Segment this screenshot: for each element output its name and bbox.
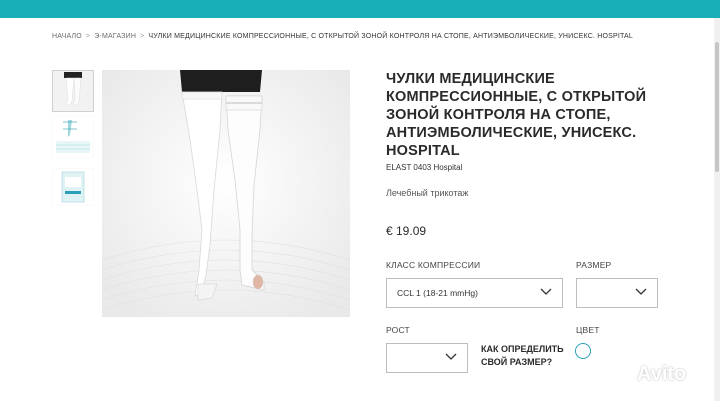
breadcrumb-shop-link[interactable]: Э-МАГАЗИН [94,33,136,40]
product-category: Лечебный трикотаж [386,188,469,198]
scrollbar-track[interactable] [714,18,720,401]
scrollbar-thumb[interactable] [715,42,719,172]
stocking-photo [102,70,350,317]
breadcrumb-separator: > [85,33,91,40]
compression-class-select[interactable]: CCL 1 (18-21 mmHg) [386,278,563,308]
main-product-image[interactable] [102,70,350,317]
color-label: ЦВЕТ [576,325,600,335]
chevron-down-icon [635,288,647,295]
avito-logo-icon [614,368,634,387]
size-select[interactable] [576,278,658,308]
package-thumbnail-image [53,169,93,205]
avito-watermark: Avito [612,363,707,391]
height-label: РОСТ [386,325,410,335]
size-chart-thumbnail-image [53,117,93,157]
product-price: € 19.09 [386,224,427,238]
chevron-down-icon [540,288,552,295]
breadcrumb-home-link[interactable]: НАЧАЛО [52,33,82,40]
top-header-bar [0,0,720,18]
chevron-down-icon [445,353,457,360]
size-label: РАЗМЕР [576,260,612,270]
avito-watermark-text: Avito [637,363,687,385]
thumbnail-product-photo[interactable] [52,70,94,112]
breadcrumb: НАЧАЛО > Э-МАГАЗИН > ЧУЛКИ МЕДИЦИНСКИЕ КОМПР… [52,33,633,40]
breadcrumb-current: ЧУЛКИ МЕДИЦИНСКИЕ КОМПРЕССИОННЫЕ, С ОТКР… [148,33,633,40]
compression-class-value: CCL 1 (18-21 mmHg) [397,288,478,298]
stocking-thumbnail-image [53,71,93,111]
product-title: ЧУЛКИ МЕДИЦИНСКИЕ КОМПРЕССИОННЫЕ, С ОТКР… [386,71,647,159]
breadcrumb-separator: > [140,33,145,40]
thumbnail-package[interactable] [52,168,94,206]
size-help-link[interactable]: КАК ОПРЕДЕЛИТЬ СВОЙ РАЗМЕР? [481,343,571,368]
compression-class-label: КЛАСС КОМПРЕССИИ [386,260,481,270]
color-swatch-white[interactable] [575,343,591,359]
product-sku: ELAST 0403 Hospital [386,163,463,172]
thumbnail-size-chart[interactable] [52,116,94,158]
height-select[interactable] [386,343,468,373]
